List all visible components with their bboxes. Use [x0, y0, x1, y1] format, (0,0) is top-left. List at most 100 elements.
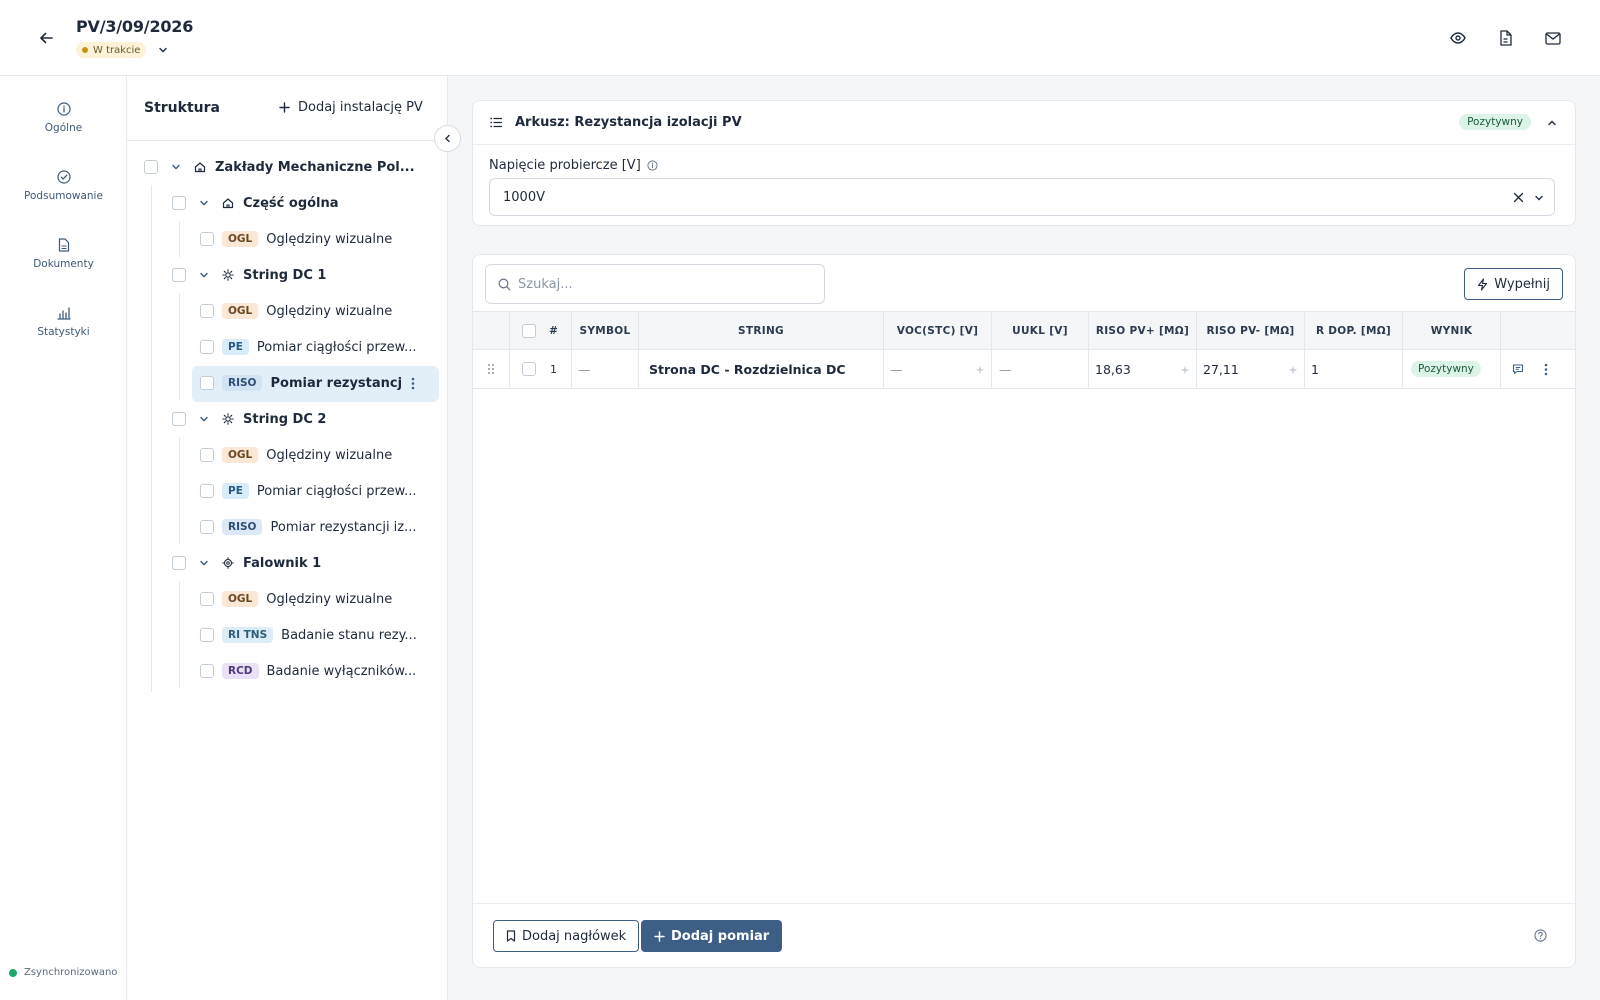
tree-guide-line [151, 185, 152, 692]
cell-voc[interactable]: — [884, 350, 992, 388]
clear-icon[interactable] [1513, 192, 1524, 203]
file-icon[interactable] [1494, 28, 1516, 48]
table-row[interactable]: 1 — Strona DC - Rozdzielnica DC — — 18,6… [473, 350, 1575, 389]
tree-group[interactable]: Falownik 1 [172, 546, 432, 580]
select-all-checkbox[interactable] [522, 324, 536, 338]
tree-checkbox[interactable] [172, 556, 186, 570]
add-measurement-button[interactable]: Dodaj pomiar [641, 920, 783, 952]
cell-string[interactable]: Strona DC - Rozdzielnica DC [639, 350, 884, 388]
nav-label: Podsumowanie [24, 190, 103, 202]
sparkle-icon[interactable] [1288, 363, 1298, 378]
tree-checkbox[interactable] [200, 520, 214, 534]
type-badge: RCD [222, 663, 259, 679]
sheet-header[interactable]: Arkusz: Rezystancja izolacji PV Pozytywn… [473, 101, 1575, 145]
tree-item[interactable]: OGL Oględziny wizualne [200, 294, 432, 328]
status-dropdown-chevron-icon[interactable] [156, 43, 170, 57]
search-field[interactable] [485, 264, 825, 304]
tree-root[interactable]: Zakłady Mechaniczne Pol... [144, 150, 436, 184]
tree-group[interactable]: String DC 2 [172, 402, 432, 436]
tree-group-label: String DC 1 [243, 267, 327, 283]
home-icon [194, 161, 206, 173]
chevron-down-icon[interactable] [198, 557, 210, 569]
tree-checkbox[interactable] [172, 196, 186, 210]
tree-checkbox[interactable] [172, 412, 186, 426]
tree-checkbox[interactable] [200, 664, 214, 678]
eye-icon[interactable] [1447, 28, 1469, 48]
tree-checkbox[interactable] [200, 340, 214, 354]
tree-item-label: Badanie wyłączników... [266, 663, 417, 679]
sync-status: Zsynchronizowano [9, 967, 117, 978]
tree-item[interactable]: OGL Oględziny wizualne [200, 438, 432, 472]
tree-item[interactable]: RCD Badanie wyłączników... [200, 654, 432, 688]
search-input[interactable] [518, 265, 818, 303]
nav-item-statystyki[interactable]: Statystyki [0, 306, 127, 338]
add-pv-installation-label: Dodaj instalację PV [298, 100, 423, 115]
tree-checkbox[interactable] [200, 376, 214, 390]
nav-item-ogolne[interactable]: Ogólne [0, 102, 127, 134]
cell-riso-minus[interactable]: 27,11 [1197, 350, 1305, 388]
tree-item-label: Pomiar rezystancji i... [270, 375, 404, 391]
help-icon[interactable] [1534, 929, 1547, 942]
more-vertical-icon[interactable] [1544, 363, 1548, 376]
tree-checkbox[interactable] [200, 628, 214, 642]
tree-checkbox[interactable] [200, 592, 214, 606]
chevron-down-icon[interactable] [198, 413, 210, 425]
tree-item[interactable]: PE Pomiar ciągłości przew... [200, 330, 432, 364]
type-badge: OGL [222, 303, 259, 319]
add-pv-installation-button[interactable]: Dodaj instalację PV [279, 100, 423, 115]
cell-uukl[interactable]: — [992, 350, 1089, 388]
column-riso-plus: RISO PV+ [MΩ] [1089, 312, 1197, 350]
row-checkbox[interactable] [522, 362, 536, 376]
cell-symbol[interactable]: — [572, 350, 639, 388]
tree-group[interactable]: String DC 1 [172, 258, 432, 292]
tree-guide-line [179, 221, 180, 257]
drag-column-header [473, 312, 510, 350]
table-header: # SYMBOL STRING VOC(STC) [V] UUKL [V] RI… [473, 311, 1575, 350]
tree-item-label: Oględziny wizualne [266, 231, 393, 247]
cell-r-dop[interactable]: 1 [1305, 350, 1403, 388]
drag-handle-icon[interactable] [473, 350, 510, 388]
chevron-down-icon[interactable] [170, 161, 182, 173]
cell-riso-plus[interactable]: 18,63 [1089, 350, 1197, 388]
chevron-down-icon[interactable] [198, 197, 210, 209]
sheet-title: Arkusz: Rezystancja izolacji PV [515, 115, 742, 130]
tree-root-label: Zakłady Mechaniczne Pol... [215, 159, 415, 175]
tree-checkbox[interactable] [172, 268, 186, 282]
tree-checkbox[interactable] [144, 160, 158, 174]
tree-item[interactable]: OGL Oględziny wizualne [200, 582, 432, 616]
lightning-icon [1478, 277, 1488, 291]
fill-button[interactable]: Wypełnij [1464, 268, 1563, 300]
column-riso-minus: RISO PV- [MΩ] [1197, 312, 1305, 350]
tree-item[interactable]: OGL Oględziny wizualne [200, 222, 432, 256]
tree-item-selected[interactable]: RISO Pomiar rezystancji i... [200, 366, 436, 400]
back-arrow-icon[interactable] [34, 28, 58, 48]
cell-result[interactable]: Pozytywny [1403, 350, 1501, 388]
nav-item-podsumowanie[interactable]: Podsumowanie [0, 170, 127, 202]
tree-guide-line [179, 293, 180, 400]
tree-checkbox[interactable] [200, 448, 214, 462]
bookmark-icon [506, 930, 516, 942]
chevron-up-icon[interactable] [1547, 118, 1557, 128]
chevron-down-icon[interactable] [1534, 193, 1544, 203]
chevron-down-icon[interactable] [198, 269, 210, 281]
sparkle-icon[interactable] [1180, 363, 1190, 378]
tree-item[interactable]: PE Pomiar ciągłości przew... [200, 474, 432, 508]
tree-checkbox[interactable] [200, 304, 214, 318]
status-dot [82, 47, 88, 53]
sparkle-icon[interactable] [975, 363, 985, 378]
more-vertical-icon[interactable] [411, 377, 415, 390]
voltage-select[interactable]: 1000V [489, 178, 1555, 216]
tree-checkbox[interactable] [200, 484, 214, 498]
tree-item[interactable]: RI TNS Badanie stanu rezy... [200, 618, 432, 652]
collapse-panel-button[interactable] [434, 125, 461, 152]
add-header-button[interactable]: Dodaj nagłówek [493, 920, 640, 952]
nav-label: Ogólne [44, 122, 83, 134]
tree-checkbox[interactable] [200, 232, 214, 246]
comment-icon[interactable] [1512, 363, 1524, 375]
sync-dot-icon [9, 968, 17, 977]
nav-item-dokumenty[interactable]: Dokumenty [0, 238, 127, 270]
type-badge: PE [222, 339, 249, 355]
mail-icon[interactable] [1542, 28, 1564, 48]
tree-item[interactable]: RISO Pomiar rezystancji iz... [200, 510, 432, 544]
tree-group[interactable]: Część ogólna [172, 186, 432, 220]
